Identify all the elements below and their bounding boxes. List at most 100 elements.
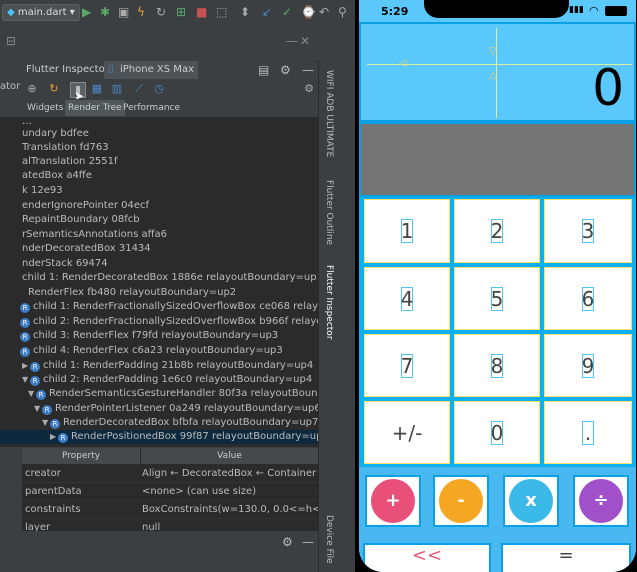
tree-row[interactable]: undary bdfee [22,127,89,141]
equals-button[interactable]: = [501,543,631,572]
expression-bar [359,122,636,197]
op-divide-cell[interactable]: ÷ [573,475,629,527]
tree-row[interactable]: alTranslation 2551f [22,155,118,169]
key-9[interactable]: 9 [544,334,632,397]
repaint-rainbow-icon[interactable]: ▦ [90,82,104,96]
collapse-triangle-icon[interactable]: ▼ [42,416,50,430]
tree-row[interactable]: enderIgnorePointer 04ecf [22,199,149,213]
right-tool-strip: WIFI ADB ULTIMATE Flutter Outline Flutte… [318,60,334,572]
collapse-icon[interactable]: ⊟ [6,34,16,48]
key-negate[interactable]: +/- [364,401,450,464]
build-icon[interactable]: ⬚ [216,5,227,19]
tool-wifi-adb[interactable]: WIFI ADB ULTIMATE [319,70,334,157]
expand-triangle-icon[interactable]: ▶ [22,359,30,373]
table-row[interactable]: constraints BoxConstraints(w=130.0, 0.0<… [22,501,318,519]
run-icon[interactable]: ▶ [82,5,91,19]
hide-panel-icon[interactable]: — [302,63,314,77]
tool-flutter-inspector[interactable]: Flutter Inspector [319,265,334,340]
op-subtract-cell[interactable]: - [433,475,489,527]
key-6[interactable]: 6 [544,267,632,330]
collapse-triangle-icon[interactable]: ▼ [34,402,42,416]
tool-flutter-outline[interactable]: Flutter Outline [319,180,334,245]
backspace-button[interactable]: << [363,543,491,572]
property-column-header[interactable]: Property [22,448,141,464]
tree-row[interactable]: ▶ Rchild 1: RenderPadding 21b8b relayoutB… [22,359,313,373]
collapse-triangle-icon[interactable]: ▼ [28,387,36,401]
key-decimal[interactable]: . [544,401,632,464]
tree-row[interactable]: Rchild 2: RenderFractionallySizedOverflo… [20,315,318,329]
vcs-update-icon[interactable]: ↙ [262,5,272,19]
key-3[interactable]: 3 [544,199,632,263]
tab-widgets[interactable]: Widgets [24,100,66,116]
key-4[interactable]: 4 [364,267,450,330]
tree-row[interactable]: RepaintBoundary 08fcb [22,213,140,227]
key-5[interactable]: 5 [454,267,540,330]
tree-row-selected[interactable]: ▶ R RenderPositionedBox 99f87 relayoutBoun… [0,430,318,444]
hot-restart-icon[interactable]: ↻ [156,5,166,19]
tree-row[interactable]: atedBox a4ffe [22,169,92,183]
table-row[interactable]: creator Align ← DecoratedBox ← Container… [22,465,318,483]
tree-row[interactable]: nderDecoratedBox 31434 [22,242,151,256]
key-2[interactable]: 2 [454,199,540,263]
more-settings-icon[interactable]: ⚙ [302,82,316,96]
op-add-cell[interactable]: + [365,475,421,527]
render-object-icon: R [20,347,30,357]
tree-row[interactable]: child 1: RenderDecoratedBox 1886e relayo… [22,271,318,285]
tree-row[interactable]: ▼ R RenderSemanticsGestureHandler 80f3a re… [28,387,318,401]
collapse-triangle-icon[interactable]: ▼ [22,373,30,387]
key-1[interactable]: 1 [364,199,450,263]
close-icon[interactable]: ✕ [300,34,310,48]
vcs-commit-icon[interactable]: ✓ [282,5,292,19]
comment-icon[interactable]: ▤ [258,63,269,77]
key-8[interactable]: 8 [454,334,540,397]
op-multiply-button[interactable]: x [509,479,553,523]
bottom-hide-icon[interactable]: — [302,535,314,549]
timeline-icon[interactable]: ⟋ [132,82,146,96]
op-subtract-button[interactable]: - [439,479,483,523]
tab-device[interactable]: ▯ iPhone XS Max [104,61,198,81]
tree-row[interactable]: Rchild 4: RenderFlex c6a23 relayoutBound… [20,344,283,358]
performance-overlay-icon[interactable]: ▥ [110,82,124,96]
tree-row[interactable]: Translation fd763 [22,141,109,155]
run-config-combo[interactable]: ◆ main.dart ▾ [2,4,80,21]
minimize-icon[interactable]: — [286,34,298,48]
tab-performance[interactable]: Performance [120,100,183,116]
tree-row[interactable]: nderStack 69474 [22,257,108,271]
tool-device-file[interactable]: Device File [319,515,334,564]
tree-row[interactable]: rSemanticsAnnotations affa6 [22,228,167,242]
table-row[interactable]: layer null [22,519,318,531]
slow-animations-icon[interactable]: ◷ [152,82,166,96]
settings-icon[interactable]: ⚙ [280,63,291,77]
profile-icon[interactable]: ⬍ [240,5,250,19]
coverage-icon[interactable]: ▣ [118,5,129,19]
tree-row[interactable]: ▼ R RenderDecoratedBox bfbfa relayoutBound… [42,416,318,430]
tree-row[interactable]: ▼ Rchild 2: RenderPadding 1e6c0 relayoutB… [22,373,312,387]
stop-icon[interactable]: ■ [196,5,207,19]
tree-row[interactable]: RenderFlex fb480 relayoutBoundary=up2 [28,286,236,300]
tree-row-label: RenderPositionedBox 99f87 relayoutBounda… [71,431,318,442]
history-icon[interactable]: ⌚ [301,5,316,19]
hot-reload-icon[interactable]: ϟ [137,5,145,19]
revert-icon[interactable]: ↶ [319,5,329,19]
value-column-header[interactable]: Value [141,448,318,464]
attach-icon[interactable]: ⊞ [176,5,186,19]
tree-row[interactable]: Rchild 1: RenderFractionallySizedOverflo… [20,300,318,314]
tab-flutter-inspector[interactable]: Flutter Inspector [22,61,113,79]
op-multiply-cell[interactable]: x [503,475,559,527]
key-0[interactable]: 0 [454,401,540,464]
op-divide-button[interactable]: ÷ [579,479,623,523]
search-icon[interactable]: ⚲ [338,5,347,19]
table-row[interactable]: parentData <none> (can use size) [22,483,318,501]
tree-row[interactable]: ▼ R RenderPointerListener 0a249 relayoutBo… [34,402,318,416]
tree-row[interactable]: k 12e93 [22,184,63,198]
key-7[interactable]: 7 [364,334,450,397]
refresh-icon[interactable]: ↻ [47,82,61,96]
expand-triangle-icon[interactable]: ▶ [50,430,58,444]
tab-render-tree[interactable]: Render Tree [65,100,125,116]
bottom-settings-icon[interactable]: ⚙ [282,535,293,549]
tree-row[interactable]: Rchild 3: RenderFlex f79fd relayoutBound… [20,329,278,343]
select-widget-icon[interactable]: ⊕ [25,82,39,96]
op-add-button[interactable]: + [371,479,415,523]
calculator-display: ▽ △ ◁ 0 [359,22,636,122]
debug-icon[interactable]: ✱ [100,5,110,19]
